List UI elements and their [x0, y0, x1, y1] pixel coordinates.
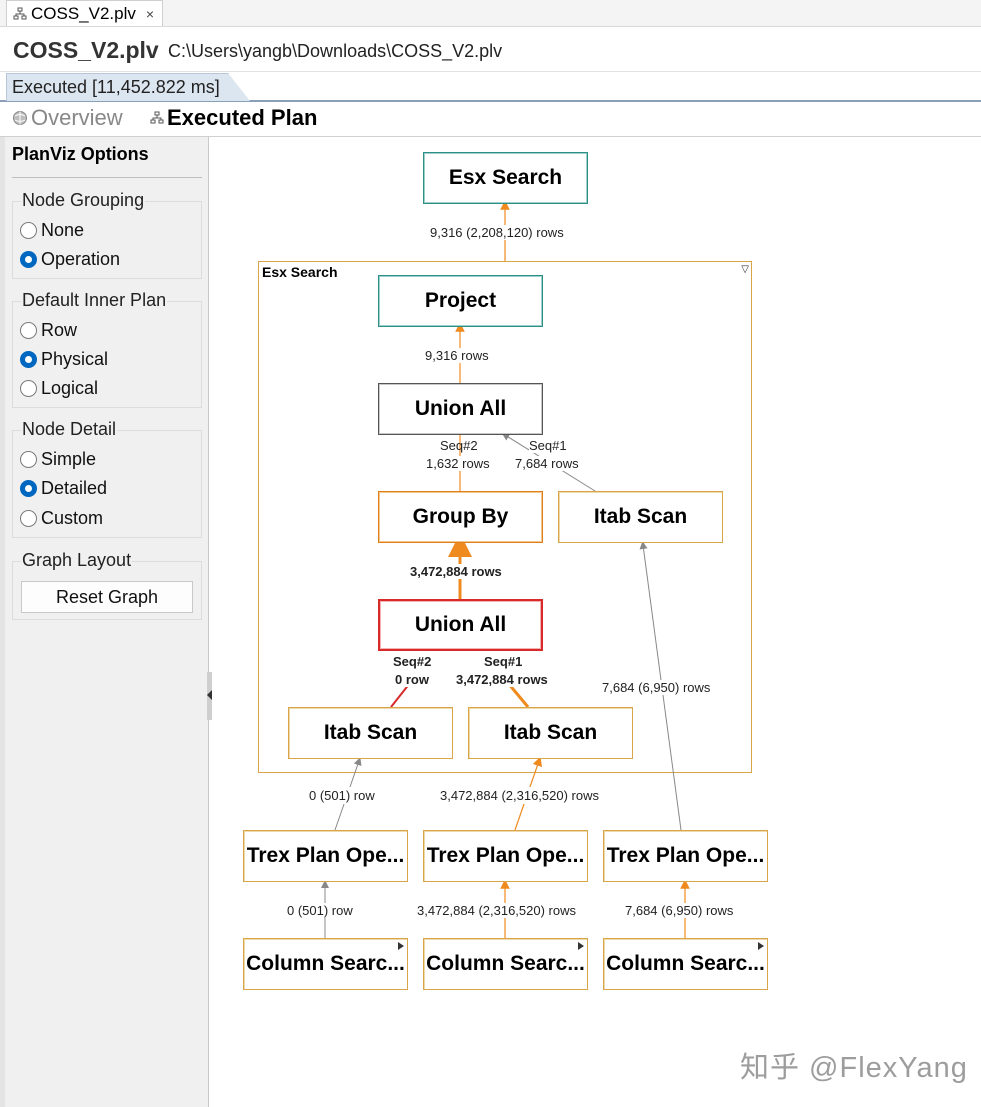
edge-label-mid-out: 3,472,884 (2,316,520) rows	[436, 787, 603, 804]
node-esx-search[interactable]: Esx Search	[423, 152, 588, 204]
node-trex-plan-1[interactable]: Trex Plan Ope...	[243, 830, 408, 882]
node-grouping-group: Node Grouping None Operation	[12, 190, 202, 279]
radio-indicator[interactable]	[20, 451, 37, 468]
node-itab-scan-right[interactable]: Itab Scan	[558, 491, 723, 543]
tab-overview-label: Overview	[31, 105, 123, 130]
radio-label: Detailed	[41, 478, 108, 498]
node-itab-scan-left[interactable]: Itab Scan	[288, 707, 453, 759]
node-union-all-inner[interactable]: Union All	[378, 599, 543, 651]
file-tab-label: COSS_V2.plv	[31, 3, 136, 23]
editor-header: COSS_V2.plv C:\Users\yangb\Downloads\COS…	[0, 27, 981, 72]
radio-indicator[interactable]	[20, 222, 37, 239]
radio-physical[interactable]: Physical	[20, 349, 108, 370]
radio-logical[interactable]: Logical	[20, 378, 98, 399]
node-trex-plan-3[interactable]: Trex Plan Ope...	[603, 830, 768, 882]
node-column-search-2[interactable]: Column Searc...	[423, 938, 588, 990]
edge-label-seq2-top: Seq#2	[440, 438, 478, 453]
editor-tab-strip: COSS_V2.plv ×	[0, 0, 981, 27]
radio-label: Operation	[41, 249, 121, 269]
radio-custom[interactable]: Custom	[20, 508, 103, 529]
radio-simple[interactable]: Simple	[20, 449, 96, 470]
node-group-by[interactable]: Group By	[378, 491, 543, 543]
edge-label-3472884-rows: 3,472,884 rows	[456, 672, 548, 687]
plan-file-icon	[13, 7, 27, 19]
radio-operation[interactable]: Operation	[20, 249, 120, 270]
radio-row[interactable]: Row	[20, 320, 77, 341]
edge-label-col2-rows: 3,472,884 (2,316,520) rows	[417, 903, 576, 918]
group-title: Default Inner Plan	[21, 290, 168, 311]
node-trex-plan-2[interactable]: Trex Plan Ope...	[423, 830, 588, 882]
edge-label-right-long: 7,684 (6,950) rows	[602, 680, 711, 695]
radio-indicator[interactable]	[20, 510, 37, 527]
tab-executed-plan[interactable]: Executed Plan	[150, 105, 317, 131]
page-title: COSS_V2.plv	[13, 37, 159, 63]
node-project[interactable]: Project	[378, 275, 543, 327]
radio-indicator[interactable]	[20, 322, 37, 339]
edge-label-zero-row: 0 row	[395, 672, 429, 687]
edge-label-col3-rows: 7,684 (6,950) rows	[625, 903, 734, 918]
file-tab[interactable]: COSS_V2.plv ×	[6, 0, 164, 26]
planviz-options-panel: PlanViz Options Node Grouping None Opera…	[5, 137, 209, 1107]
radio-indicator[interactable]	[20, 380, 37, 397]
edge-label-1632-rows: 1,632 rows	[426, 456, 490, 471]
node-column-search-1[interactable]: Column Searc...	[243, 938, 408, 990]
radio-label: Row	[41, 320, 78, 340]
group-title: Graph Layout	[21, 550, 133, 571]
view-tabs: Overview Executed Plan	[0, 102, 981, 137]
edge-label-left-out: 0 (501) row	[305, 787, 379, 804]
edge-label-col1-rows: 0 (501) row	[287, 903, 353, 918]
globe-icon	[13, 111, 27, 125]
node-label: Column Searc...	[606, 952, 765, 975]
node-union-all-top[interactable]: Union All	[378, 383, 543, 435]
default-inner-plan-group: Default Inner Plan Row Physical Logical	[12, 290, 202, 408]
plan-tree-icon	[150, 111, 164, 124]
expand-triangle-icon[interactable]	[758, 942, 764, 950]
expand-triangle-icon[interactable]	[398, 942, 404, 950]
edge-label-seq2-inner: Seq#2	[393, 654, 432, 669]
edge-label-seq1-inner: Seq#1	[484, 654, 523, 669]
group-title: Node Detail	[21, 419, 118, 440]
edge-label-project-rows: 9,316 rows	[425, 348, 489, 363]
edge-label-groupby-rows: 3,472,884 rows	[410, 564, 502, 579]
panel-splitter[interactable]	[207, 672, 212, 720]
node-column-search-3[interactable]: Column Searc...	[603, 938, 768, 990]
expand-triangle-icon[interactable]	[578, 942, 584, 950]
radio-label: Custom	[41, 508, 104, 528]
tab-overview[interactable]: Overview	[12, 105, 123, 131]
file-path: C:\Users\yangb\Downloads\COSS_V2.plv	[168, 41, 503, 61]
panel-divider	[12, 177, 202, 178]
radio-label: Logical	[41, 378, 99, 398]
collapse-arrow-icon[interactable]	[207, 690, 212, 700]
node-itab-scan-mid[interactable]: Itab Scan	[468, 707, 633, 759]
node-label: Column Searc...	[246, 952, 405, 975]
radio-detailed[interactable]: Detailed	[20, 478, 107, 499]
group-title: Node Grouping	[21, 190, 146, 211]
radio-indicator-selected[interactable]	[20, 251, 37, 268]
radio-label: Physical	[41, 349, 109, 369]
radio-label: None	[41, 220, 85, 240]
graph-layout-group: Graph Layout Reset Graph	[12, 550, 202, 620]
plan-graph-canvas[interactable]: Esx Search ▽ Esx Search Project Union Al…	[213, 137, 981, 1107]
radio-label: Simple	[41, 449, 97, 469]
edge-label-esx-rows: 9,316 (2,208,120) rows	[430, 225, 564, 240]
radio-none[interactable]: None	[20, 220, 84, 241]
edge-label-7684-rows: 7,684 rows	[515, 456, 579, 471]
close-icon[interactable]: ×	[146, 6, 154, 22]
edge-label-seq1-top: Seq#1	[529, 438, 567, 453]
node-detail-group: Node Detail Simple Detailed Custom	[12, 419, 202, 538]
reset-graph-button[interactable]: Reset Graph	[21, 581, 193, 613]
execution-tab[interactable]: Executed [11,452.822 ms]	[6, 73, 250, 101]
radio-indicator-selected[interactable]	[20, 480, 37, 497]
radio-indicator-selected[interactable]	[20, 351, 37, 368]
node-label: Column Searc...	[426, 952, 585, 975]
panel-title: PlanViz Options	[12, 144, 149, 164]
execution-bar: Executed [11,452.822 ms]	[0, 73, 981, 102]
tab-executed-plan-label: Executed Plan	[167, 105, 318, 130]
watermark: 知乎 @FlexYang	[740, 1052, 968, 1084]
